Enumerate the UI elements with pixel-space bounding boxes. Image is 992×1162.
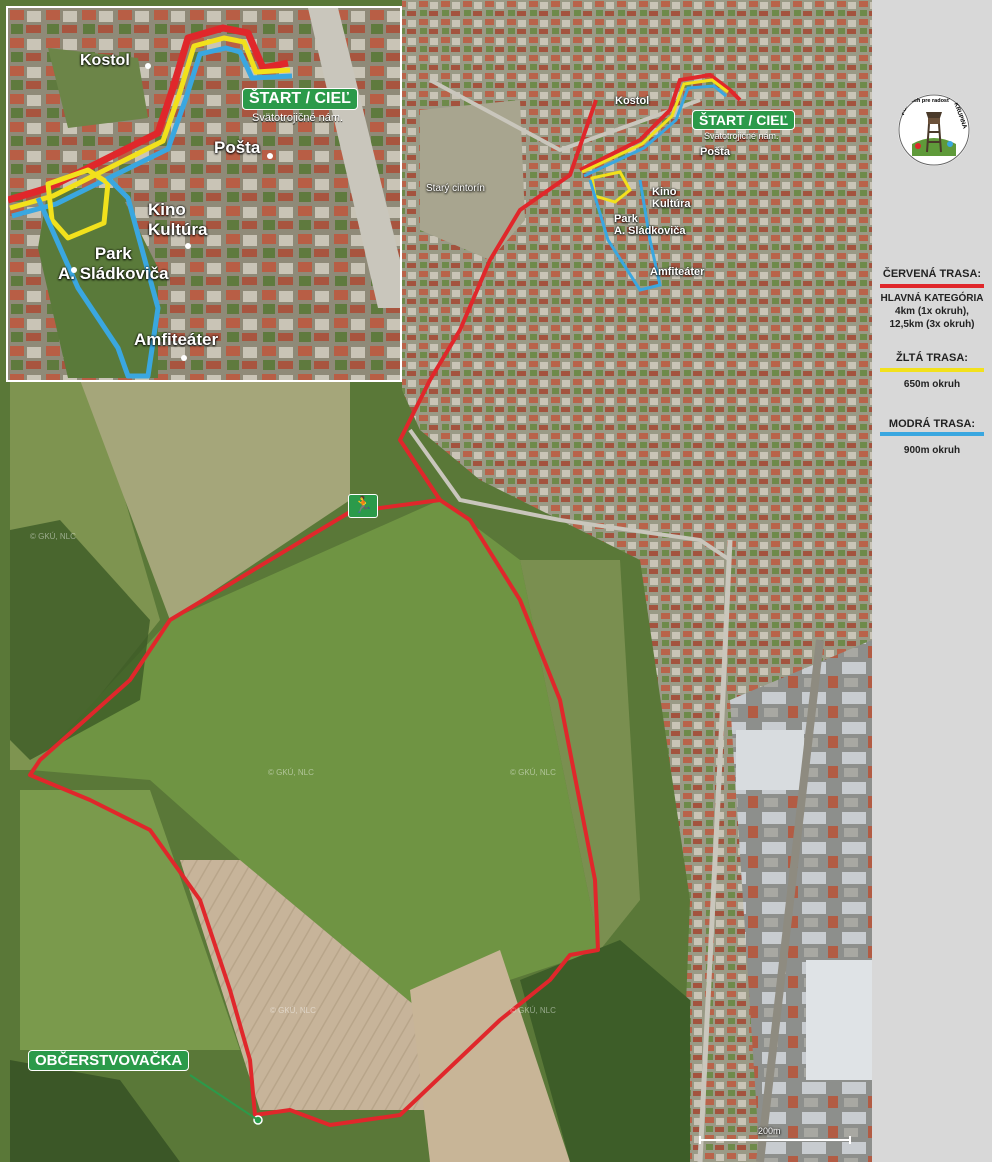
scale-label: 200m: [758, 1126, 781, 1136]
legend-yellow-swatch: [880, 368, 984, 372]
main-label-amfiteater: Amfiteáter: [650, 266, 705, 278]
inset-start-finish-tag[interactable]: ŠTART / CIEĽ: [242, 88, 358, 110]
refreshment-point-tag[interactable]: OBČERSTVOVAČKA: [28, 1050, 190, 1071]
legend-blue-desc: 900m okruh: [903, 445, 961, 456]
main-label-stary-cintorin: Starý cintorín: [426, 183, 485, 194]
legend-red-swatch: [880, 284, 984, 288]
copyright-mark: © GKÚ, NLC: [510, 768, 556, 777]
legend-yellow-title: ŽLTÁ TRASA:: [896, 352, 968, 364]
main-start-finish-tag[interactable]: ŠTART / CIEĽ: [692, 110, 796, 130]
legend-red-desc-3: 12,5km (3x okruh): [889, 319, 975, 330]
main-label-kostol: Kostol: [615, 95, 650, 107]
copyright-mark: © GKÚ, NLC: [510, 1006, 556, 1015]
legend-red-desc-1: HLAVNÁ KATEGÓRIA: [880, 293, 984, 304]
inset-map-graphic: [8, 8, 402, 382]
main-start-sub-label: Svätotrojičné nám.: [704, 131, 779, 141]
runner-icon: 🏃: [348, 494, 378, 518]
legend-yellow-desc: 650m okruh: [903, 379, 961, 390]
inset-detail-map[interactable]: Kostol ŠTART / CIEĽ Svätotrojičné nám. P…: [8, 8, 402, 382]
legend-blue-title: MODRÁ TRASA:: [888, 418, 976, 430]
main-label-posta: Pošta: [700, 146, 730, 158]
inset-label-kostol: Kostol: [80, 52, 130, 69]
copyright-mark: © GKÚ, NLC: [268, 768, 314, 777]
inset-label-kino: Kino Kultúra: [148, 200, 208, 239]
map-poster: Kostol ŠTART / CIEĽ Svätotrojičné nám. P…: [0, 0, 992, 1162]
fun-run-logo: FUN RUN Beh pre radosť KRUPINA: [898, 94, 970, 166]
main-label-kino: Kino Kultúra: [652, 186, 691, 210]
copyright-mark: © GKÚ, NLC: [270, 1006, 316, 1015]
copyright-mark: © GKÚ, NLC: [30, 532, 76, 541]
main-label-park: Park A. Sládkoviča: [614, 213, 686, 237]
inset-start-sub-label: Svätotrojičné nám.: [252, 112, 344, 124]
legend-red-desc-2: 4km (1x okruh),: [895, 306, 969, 317]
legend-panel: FUN RUN Beh pre radosť KRUPINA ČERVENÁ T…: [872, 0, 992, 1162]
legend-blue-swatch: [880, 432, 984, 436]
logo-text-arc: Beh pre radosť: [910, 98, 950, 104]
inset-label-posta: Pošta: [214, 138, 261, 157]
legend-red-title: ČERVENÁ TRASA:: [882, 268, 982, 280]
inset-label-amfiteater: Amfiteáter: [134, 330, 219, 349]
inset-label-park: Park A. Sládkoviča: [58, 244, 169, 283]
